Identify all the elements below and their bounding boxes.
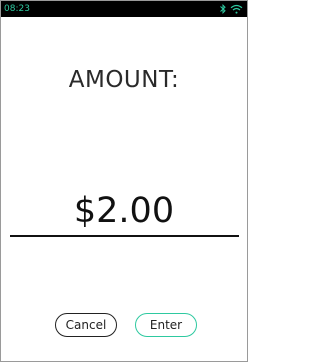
status-icons bbox=[220, 4, 243, 14]
status-time: 08:23 bbox=[4, 4, 30, 14]
amount-value: $2.00 bbox=[73, 191, 175, 231]
amount-label: AMOUNT: bbox=[68, 67, 180, 93]
enter-button[interactable]: Enter bbox=[135, 313, 197, 337]
amount-underline bbox=[10, 235, 239, 237]
screen: 08:23 AMOUNT: $2.00 Cancel Enter bbox=[0, 0, 248, 362]
cancel-button[interactable]: Cancel bbox=[55, 313, 117, 337]
wifi-icon bbox=[230, 4, 243, 14]
bluetooth-icon bbox=[220, 4, 226, 14]
status-bar: 08:23 bbox=[1, 1, 247, 17]
